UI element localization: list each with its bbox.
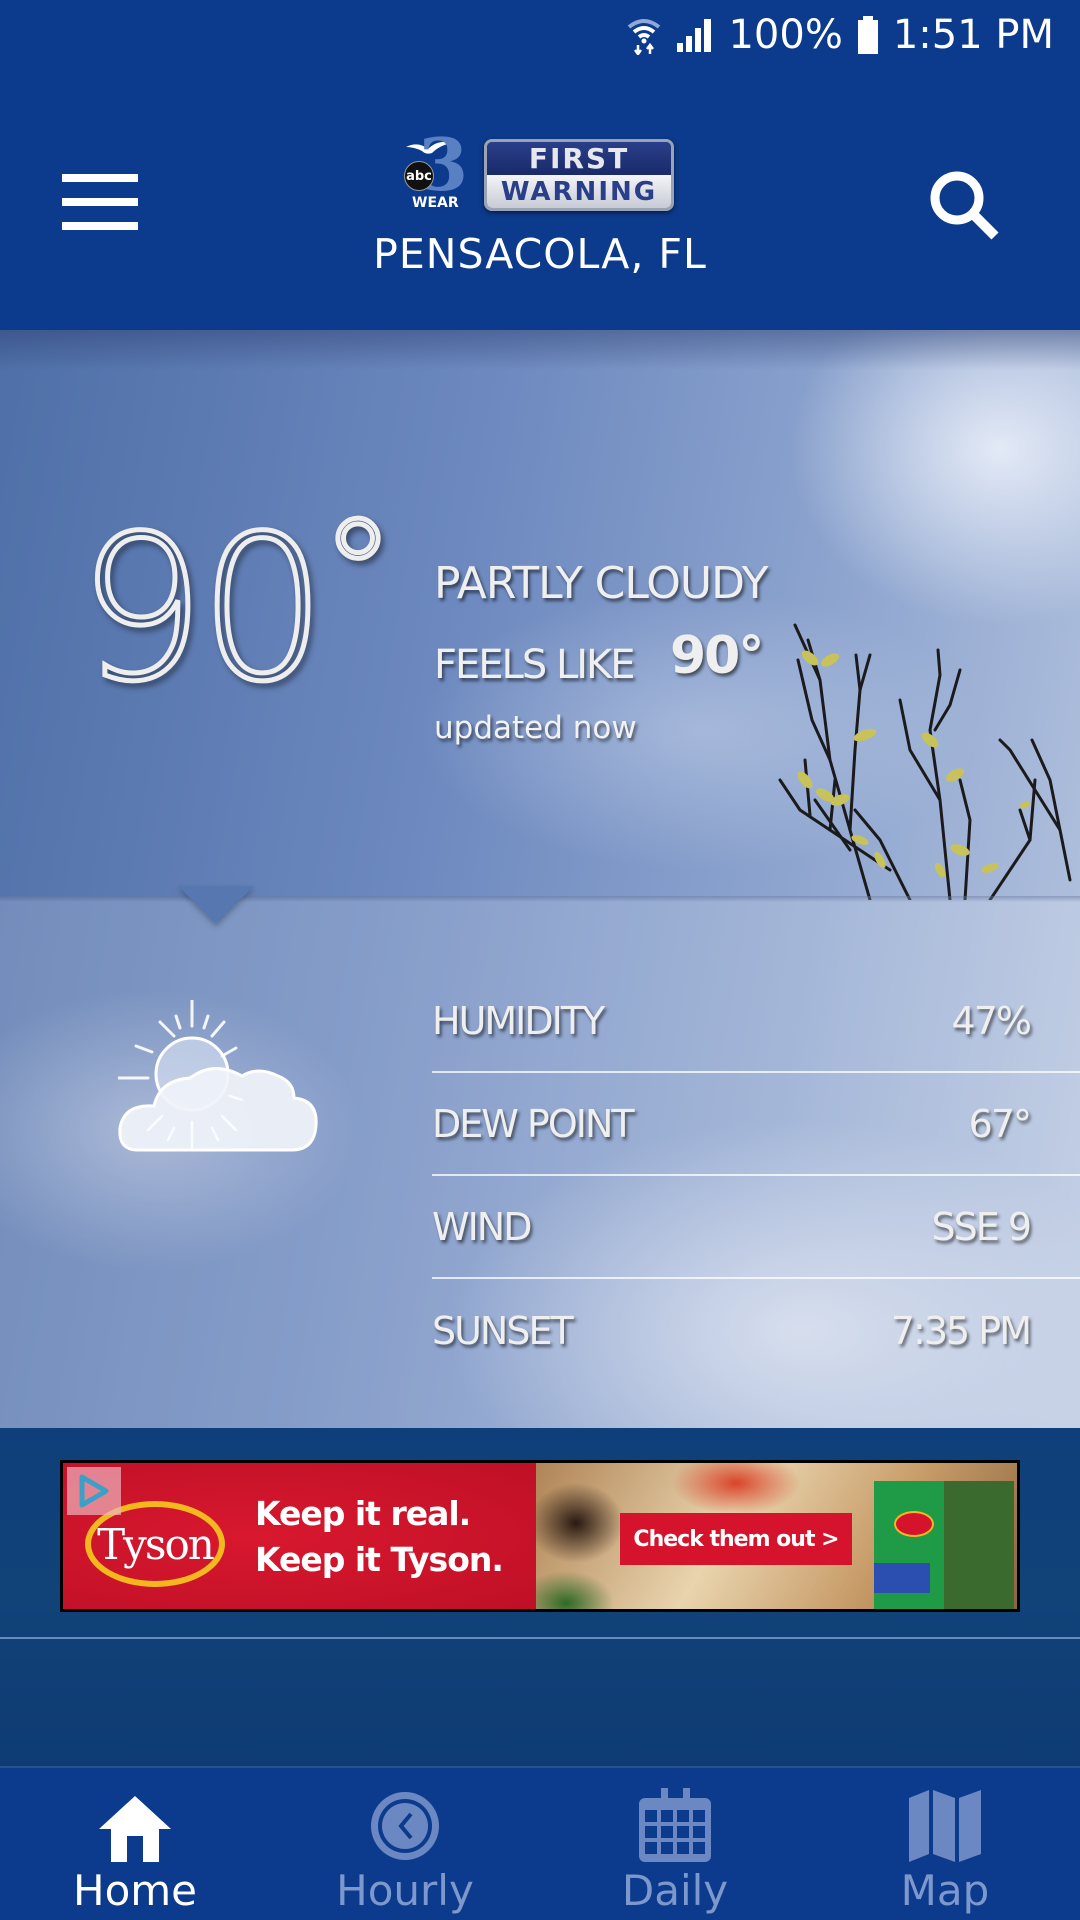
- ad-product-package: [874, 1481, 1014, 1609]
- details-list: HUMIDITY 47% DEW POINT 67° WIND SSE 9 SU…: [432, 970, 1080, 1382]
- nav-label: Home: [72, 1866, 198, 1915]
- status-bar: 100% 1:51 PM: [0, 0, 1080, 70]
- cell-signal-icon: [676, 17, 714, 53]
- current-summary: 90° PARTLY CLOUDY FEELS LIKE 90° updated…: [0, 330, 1080, 900]
- battery-full-icon: [857, 15, 879, 55]
- detail-label: WIND: [432, 1204, 532, 1249]
- clock-time: 1:51 PM: [892, 12, 1054, 58]
- temperature-degree: °: [318, 488, 398, 662]
- detail-value: SSE 9: [931, 1204, 1032, 1249]
- calendar-icon: [635, 1786, 715, 1862]
- search-icon: [930, 171, 999, 240]
- detail-value: 47%: [951, 998, 1032, 1043]
- tree-branches-image: [778, 623, 1072, 900]
- detail-row-dew-point: DEW POINT 67°: [432, 1073, 1080, 1176]
- nav-map[interactable]: Map: [810, 1768, 1080, 1920]
- updated-timestamp: updated now: [434, 710, 637, 746]
- hamburger-line: [62, 198, 138, 206]
- search-button[interactable]: [925, 166, 1005, 246]
- bottom-nav: Home Hourly Daily Map: [0, 1766, 1080, 1920]
- network-logo: abc: [404, 161, 434, 191]
- map-icon: [905, 1786, 985, 1862]
- nav-label: Map: [900, 1866, 990, 1915]
- home-icon: [95, 1786, 175, 1862]
- hamburger-menu-icon: [62, 174, 138, 182]
- station-call-letters: WEAR: [412, 195, 459, 211]
- product-label: [874, 1563, 930, 1593]
- panel-pointer: [178, 886, 254, 924]
- badge-bottom-text: WARNING: [487, 175, 671, 208]
- station-mark: 3 abc WEAR: [400, 129, 476, 215]
- ad-tagline-line1: Keep it real.: [255, 1494, 471, 1533]
- ad-cta-button[interactable]: Check them out >: [620, 1513, 852, 1565]
- feels-like-label: FEELS LIKE: [434, 642, 636, 688]
- detail-value: 7:35 PM: [890, 1308, 1032, 1353]
- nav-daily[interactable]: Daily: [540, 1768, 810, 1920]
- nav-home[interactable]: Home: [0, 1768, 270, 1920]
- clock-icon: [365, 1786, 445, 1862]
- panel-divider: [0, 896, 1080, 902]
- detail-label: HUMIDITY: [432, 998, 605, 1043]
- current-conditions-panel: 90° PARTLY CLOUDY FEELS LIKE 90° updated…: [0, 330, 1080, 1430]
- ad-divider: [0, 1637, 1080, 1639]
- ad-tagline-line2: Keep it Tyson.: [255, 1540, 504, 1579]
- ad-brand-panel: Tyson Keep it real. Keep it Tyson.: [63, 1463, 536, 1609]
- battery-percent: 100%: [728, 12, 843, 58]
- first-warning-badge: FIRST WARNING: [484, 139, 674, 211]
- detail-label: DEW POINT: [432, 1101, 635, 1146]
- ad-food-image: Check them out >: [536, 1463, 1017, 1609]
- detail-row-humidity: HUMIDITY 47%: [432, 970, 1080, 1073]
- product-logo: [894, 1511, 934, 1537]
- wifi-data-icon: [626, 15, 662, 55]
- badge-top-text: FIRST: [487, 142, 671, 175]
- app-header: 3 abc WEAR FIRST WARNING PENSACOLA, FL: [0, 70, 1080, 330]
- temperature-value: 90: [76, 493, 329, 726]
- detail-row-wind: WIND SSE 9: [432, 1176, 1080, 1279]
- detail-label: SUNSET: [432, 1308, 574, 1353]
- station-logo: 3 abc WEAR FIRST WARNING: [400, 129, 680, 215]
- menu-button[interactable]: [62, 174, 138, 230]
- nav-label: Daily: [621, 1866, 729, 1915]
- ad-area: Tyson Keep it real. Keep it Tyson. Check…: [0, 1428, 1080, 1768]
- ad-banner[interactable]: Tyson Keep it real. Keep it Tyson. Check…: [60, 1460, 1020, 1612]
- nav-hourly[interactable]: Hourly: [270, 1768, 540, 1920]
- current-temperature: 90°: [76, 498, 398, 713]
- feels-like-value: 90°: [670, 626, 764, 686]
- detail-row-sunset: SUNSET 7:35 PM: [432, 1279, 1080, 1382]
- adchoices-icon[interactable]: [67, 1467, 121, 1515]
- ad-tagline: Keep it real. Keep it Tyson.: [255, 1491, 504, 1583]
- nav-label: Hourly: [336, 1866, 474, 1915]
- location-label[interactable]: PENSACOLA, FL: [0, 230, 1080, 278]
- condition-text: PARTLY CLOUDY: [434, 558, 768, 609]
- detail-value: 67°: [968, 1101, 1032, 1146]
- partly-cloudy-icon: [118, 1000, 318, 1152]
- hamburger-line: [62, 222, 138, 230]
